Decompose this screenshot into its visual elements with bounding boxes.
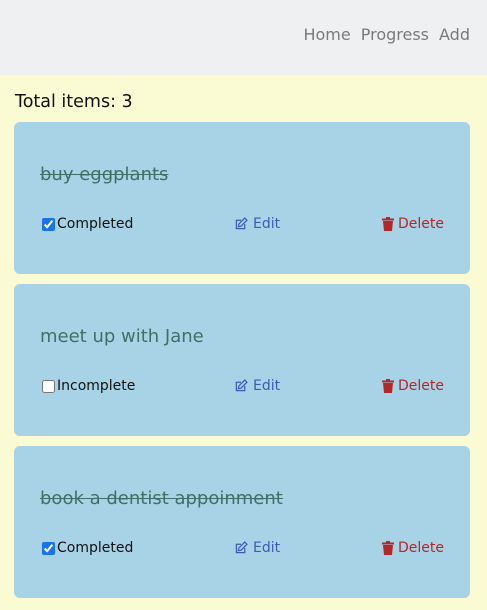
nav-link-progress[interactable]: Progress (361, 25, 429, 45)
todo-card: buy eggplants Completed Edit Delete (14, 122, 470, 274)
status-label: Completed (57, 540, 134, 556)
delete-button[interactable]: Delete (382, 216, 444, 232)
status-checkbox[interactable] (42, 217, 55, 231)
edit-label: Edit (253, 216, 281, 232)
status-label: Incomplete (57, 378, 136, 394)
trash-icon (382, 541, 394, 555)
todo-list: buy eggplants Completed Edit Delete meet… (14, 122, 470, 608)
todo-card: book a dentist appoinment Completed Edit… (14, 446, 470, 598)
todo-title: meet up with Jane (40, 326, 204, 347)
delete-label: Delete (398, 216, 444, 232)
nav-links: Home Progress Add (303, 25, 470, 45)
delete-button[interactable]: Delete (382, 540, 444, 556)
delete-label: Delete (398, 540, 444, 556)
pencil-square-icon (235, 541, 248, 554)
navbar: Home Progress Add (0, 0, 487, 75)
status-label: Completed (57, 216, 134, 232)
status-toggle[interactable]: Completed (42, 216, 133, 232)
nav-link-add[interactable]: Add (439, 25, 470, 45)
pencil-square-icon (235, 379, 248, 392)
total-items-label: Total items: 3 (15, 92, 133, 112)
nav-link-home[interactable]: Home (303, 25, 350, 45)
status-toggle[interactable]: Completed (42, 540, 133, 556)
todo-title: buy eggplants (40, 164, 169, 185)
todo-card: meet up with Jane Incomplete Edit Delete (14, 284, 470, 436)
delete-label: Delete (398, 378, 444, 394)
edit-label: Edit (253, 540, 281, 556)
edit-button[interactable]: Edit (234, 540, 280, 556)
pencil-square-icon (235, 217, 248, 230)
status-checkbox[interactable] (42, 541, 55, 555)
status-checkbox[interactable] (42, 379, 55, 393)
trash-icon (382, 379, 394, 393)
trash-icon (382, 217, 394, 231)
status-toggle[interactable]: Incomplete (42, 378, 135, 394)
edit-button[interactable]: Edit (234, 378, 280, 394)
delete-button[interactable]: Delete (382, 378, 444, 394)
edit-label: Edit (253, 378, 281, 394)
todo-title: book a dentist appoinment (40, 488, 283, 509)
edit-button[interactable]: Edit (234, 216, 280, 232)
